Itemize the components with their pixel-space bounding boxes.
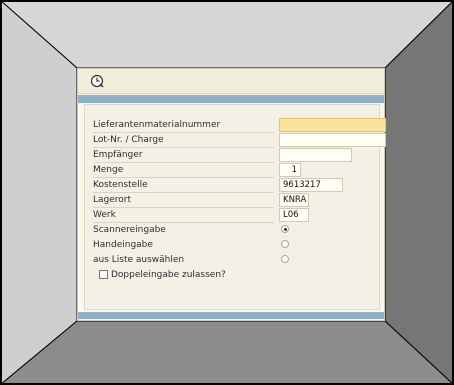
doppeleingabe-checkbox[interactable] xyxy=(99,270,108,279)
handeingabe-radio[interactable] xyxy=(281,240,289,248)
menge-input[interactable]: 1 xyxy=(279,163,301,177)
field-label: Lagerort xyxy=(93,194,274,208)
frame-bottom xyxy=(0,320,454,385)
scannereingabe-radio[interactable] xyxy=(281,225,289,233)
lot-charge-input[interactable] xyxy=(279,133,386,147)
form-panel: Lieferantenmaterialnummer Lot-Nr. / Char… xyxy=(84,104,386,310)
option-label: Scannereingabe xyxy=(93,225,166,235)
field-label: Werk xyxy=(93,209,274,223)
status-bar xyxy=(78,312,384,319)
kostenstelle-input[interactable]: 9613217 xyxy=(279,178,343,192)
option-label: aus Liste auswählen xyxy=(93,255,185,265)
field-label: Menge xyxy=(93,164,274,178)
title-bar xyxy=(78,95,384,103)
empfaenger-input[interactable] xyxy=(279,148,352,162)
aus-liste-radio[interactable] xyxy=(281,255,289,263)
execute-button[interactable] xyxy=(89,73,105,89)
field-label: Lot-Nr. / Charge xyxy=(93,134,274,148)
frame-top xyxy=(0,0,454,69)
frame-right xyxy=(384,0,454,385)
field-label: Empfänger xyxy=(93,149,274,163)
frame-left xyxy=(0,0,78,385)
werk-input[interactable]: L06 xyxy=(279,208,309,222)
doppeleingabe-label: Doppeleingabe zulassen? xyxy=(111,270,226,280)
doppeleingabe-row: Doppeleingabe zulassen? xyxy=(93,270,293,284)
sap-screen: Lieferantenmaterialnummer Lot-Nr. / Char… xyxy=(77,68,386,321)
toolbar xyxy=(78,69,384,94)
lieferantenmaterialnummer-input[interactable] xyxy=(279,118,386,132)
option-label: Handeingabe xyxy=(93,240,153,250)
field-label: Lieferantenmaterialnummer xyxy=(93,119,274,133)
field-label: Kostenstelle xyxy=(93,179,274,193)
lagerort-input[interactable]: KNRA xyxy=(279,193,309,207)
execute-clock-icon xyxy=(90,74,104,88)
